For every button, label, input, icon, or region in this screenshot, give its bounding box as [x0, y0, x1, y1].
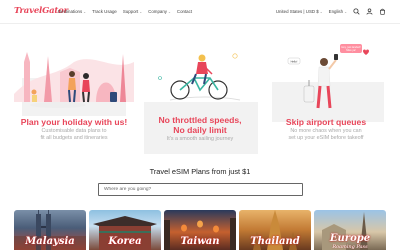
header-tools: United States | USD $ ⌄ English ⌄ — [276, 8, 386, 15]
airport-traveler-illustration: Hey, just landed! Miss ya! Hello! — [287, 44, 369, 109]
destination-label: Korea — [108, 236, 142, 247]
small-bubble-text: Hello! — [291, 59, 298, 63]
chevron-down-icon: ⌄ — [167, 9, 171, 14]
hero-card-speed: No throttled speeds, No daily limit It's… — [140, 30, 260, 156]
card-subtitle-line: set up your eSIM before takeoff — [288, 134, 364, 141]
travel-landmarks-illustration — [14, 52, 134, 108]
account-icon[interactable] — [366, 8, 373, 15]
destination-tile-taiwan[interactable]: Taiwan — [164, 210, 236, 250]
card-subtitle-line: It's a smooth sailing journey — [166, 136, 234, 142]
card-title-line: No daily limit — [173, 124, 227, 135]
destination-label: Taiwan — [180, 236, 220, 247]
nav-item-label: Company — [148, 9, 167, 14]
cyclist-illustration — [158, 53, 241, 101]
card-subtitle-line: No more chaos when you can — [290, 128, 362, 134]
nav-item-destinations[interactable]: Destinations ⌄ — [58, 9, 86, 14]
nav-item-company[interactable]: Company ⌄ — [148, 9, 171, 14]
destination-tile-thailand[interactable]: Thailand — [239, 210, 311, 250]
region-currency-selector[interactable]: United States | USD $ ⌄ — [276, 9, 323, 14]
destination-label: Malaysia — [25, 236, 75, 247]
hero-card-plan: Plan your holiday with us! Customisable … — [14, 30, 134, 156]
cart-icon[interactable] — [379, 8, 386, 15]
destination-tile-korea[interactable]: Korea — [89, 210, 161, 250]
plans-heading: Travel eSIM Plans from just $1 — [149, 167, 251, 176]
language-label: English — [328, 9, 344, 14]
language-selector[interactable]: English ⌄ — [329, 9, 347, 14]
nav-item-label: Support — [122, 9, 139, 14]
nav-item-support[interactable]: Support ⌄ — [123, 9, 142, 14]
chevron-down-icon: ⌄ — [319, 9, 323, 14]
nav-item-track-usage[interactable]: Track Usage — [92, 9, 117, 14]
destination-search-input[interactable] — [98, 183, 303, 196]
nav-item-label: Destinations — [58, 9, 83, 14]
nav-item-label: Track Usage — [92, 9, 117, 14]
site-header: TravelGator Destinations ⌄ Track Usage S… — [0, 0, 400, 24]
destination-label: Thailand — [250, 236, 300, 247]
nav-item-label: Contact — [176, 9, 193, 14]
hero-card-airport: Hey, just landed! Miss ya! Hello! Skip a… — [266, 30, 386, 156]
card-subtitle-line: fit all budgets and itineraries — [40, 134, 108, 141]
region-label: United States | USD $ — [275, 9, 319, 14]
chevron-down-icon: ⌄ — [344, 9, 347, 14]
phone-bubble-text-2: Miss ya! — [346, 48, 356, 52]
destination-tile-europe[interactable]: Europe Roaming Pass — [314, 210, 386, 250]
card-title: Skip airport queues — [285, 117, 367, 127]
destination-sublabel: Roaming Pass — [332, 244, 368, 250]
destination-tile-malaysia[interactable]: Malaysia — [14, 210, 86, 250]
chevron-down-icon: ⌄ — [83, 9, 87, 14]
nav-item-contact[interactable]: Contact — [177, 9, 192, 14]
search-icon[interactable] — [353, 8, 360, 15]
hero-section: Plan your holiday with us! Customisable … — [0, 30, 400, 156]
destination-label: Europe — [329, 233, 371, 244]
destination-tiles: Malaysia Korea Taiwan Thailand Europe Ro… — [14, 210, 386, 250]
card-subtitle-line: Customisable data plans to — [41, 128, 107, 134]
main-nav: Destinations ⌄ Track Usage Support ⌄ Com… — [58, 9, 192, 14]
chevron-down-icon: ⌄ — [139, 9, 143, 14]
card-title: Plan your holiday with us! — [20, 117, 128, 127]
